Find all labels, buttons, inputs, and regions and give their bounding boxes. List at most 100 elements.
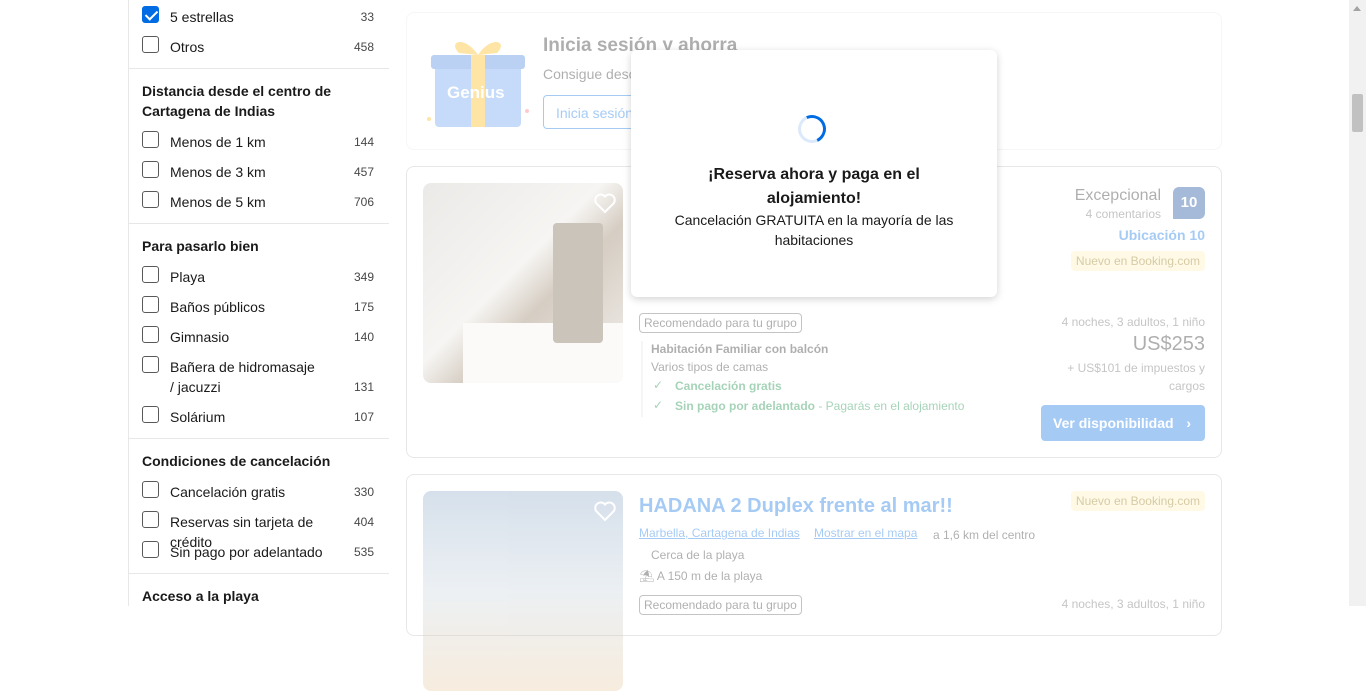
see-availability-label: Ver disponibilidad	[1053, 415, 1174, 431]
check-icon: ✓	[653, 378, 664, 392]
page-scrollbar[interactable]	[1349, 0, 1366, 606]
section-title-fun: Para pasarlo bien	[142, 238, 259, 254]
checkbox[interactable]	[142, 356, 159, 373]
filters-sidebar: 5 estrellas 33 Otros 458 Distancia desde…	[128, 0, 391, 606]
filter-count: 706	[353, 195, 374, 209]
filter-no-prepayment[interactable]: Sin pago por adelantado 535	[142, 541, 374, 561]
taxes: + US$101 de impuestos y cargos	[1067, 361, 1205, 393]
filter-label: Playa	[170, 269, 206, 285]
no-prepayment-note: - Pagarás en el alojamiento	[815, 399, 965, 413]
section-title-beach-access: Acceso a la playa	[142, 588, 259, 604]
filter-label: Menos de 1 km	[170, 134, 266, 150]
near-beach: Cerca de la playa	[651, 548, 745, 562]
divider	[129, 68, 390, 69]
filter-count: 458	[353, 40, 374, 54]
filter-label: Menos de 5 km	[170, 194, 266, 210]
section-title-cancellation: Condiciones de cancelación	[142, 453, 331, 469]
dialog-title: ¡Reserva ahora y paga en el alojamiento!	[708, 166, 920, 207]
filter-count: 144	[353, 135, 374, 149]
filter-count: 330	[353, 485, 374, 499]
scroll-up-icon[interactable]	[1353, 6, 1361, 11]
filter-label: Otros	[170, 39, 205, 55]
filter-solarium[interactable]: Solárium 107	[142, 406, 374, 426]
filter-5-stars[interactable]: 5 estrellas 33	[142, 6, 374, 26]
filter-others[interactable]: Otros 458	[142, 36, 374, 56]
review-score-badge: 10	[1173, 187, 1205, 219]
filter-beach[interactable]: Playa 349	[142, 266, 374, 286]
filter-free-cancellation[interactable]: Cancelación gratis 330	[142, 481, 374, 501]
stay-details: 4 noches, 3 adultos, 1 niño	[1061, 597, 1205, 611]
filter-public-baths[interactable]: Baños públicos 175	[142, 296, 374, 316]
scrollbar-thumb[interactable]	[1352, 94, 1363, 132]
beach-distance-row: ⛱ A 150 m de la playa	[639, 569, 762, 583]
property-location-link[interactable]: Marbella, Cartagena de Indias	[639, 526, 800, 540]
checkbox[interactable]	[142, 326, 159, 343]
filter-label: Solárium	[170, 409, 226, 425]
checkbox[interactable]	[142, 161, 159, 178]
property-card-content: HADANA 2 Duplex frente al mar!! Marbella…	[407, 475, 1221, 691]
checkbox[interactable]	[142, 191, 159, 208]
show-on-map-link[interactable]: Mostrar en el mapa	[814, 526, 917, 540]
distance-from-center: a 1,6 km del centro	[933, 528, 1036, 542]
recommended-badge: Recomendado para tu grupo	[639, 313, 802, 333]
room-divider	[641, 341, 643, 417]
booking-loading-dialog: ¡Reserva ahora y paga en el alojamiento!…	[631, 50, 997, 297]
filter-label: 5 estrellas	[170, 9, 234, 25]
new-badge: Nuevo en Booking.com	[1070, 251, 1205, 271]
checkbox[interactable]	[142, 296, 159, 313]
property-title[interactable]: HADANA 2 Duplex frente al mar!!	[639, 495, 953, 518]
checkbox[interactable]	[142, 266, 159, 283]
loading-spinner-icon	[794, 111, 830, 147]
filter-label: Baños públicos	[170, 299, 265, 315]
checkbox[interactable]	[142, 511, 159, 528]
dialog-subtitle: Cancelación GRATUITA en la mayoría de la…	[674, 212, 954, 248]
divider	[129, 223, 390, 224]
checkbox[interactable]	[142, 481, 159, 498]
filter-distance-5km[interactable]: Menos de 5 km 706	[142, 191, 374, 211]
filter-gym[interactable]: Gimnasio 140	[142, 326, 374, 346]
filter-jacuzzi[interactable]: Bañera de hidromasaje / jacuzzi 131	[142, 356, 374, 396]
checkbox[interactable]	[142, 406, 159, 423]
genius-gift-illustration: Genius	[425, 31, 535, 131]
filter-distance-1km[interactable]: Menos de 1 km 144	[142, 131, 374, 151]
no-prepayment-line: Sin pago por adelantado - Pagarás en el …	[675, 399, 964, 413]
filter-count: 131	[353, 380, 374, 394]
filter-distance-3km[interactable]: Menos de 3 km 457	[142, 161, 374, 181]
bed-types: Varios tipos de camas	[651, 360, 769, 374]
stay-details: 4 noches, 3 adultos, 1 niño	[1061, 315, 1205, 329]
genius-subtitle: Consigue desc	[543, 66, 636, 82]
beach-distance: A 150 m de la playa	[656, 569, 763, 583]
filter-count: 175	[353, 300, 374, 314]
checkbox[interactable]	[142, 131, 159, 148]
divider	[129, 438, 390, 439]
filter-count: 140	[353, 330, 374, 344]
divider	[129, 573, 390, 574]
price: US$253	[1132, 333, 1205, 355]
review-count: 4 comentarios	[1085, 207, 1161, 221]
property-card: HADANA 2 Duplex frente al mar!! Marbella…	[406, 474, 1222, 691]
filter-label: Cancelación gratis	[170, 484, 286, 500]
genius-logo-text: Genius	[447, 83, 505, 102]
filter-count: 535	[353, 545, 374, 559]
no-prepayment: Sin pago por adelantado	[675, 399, 816, 413]
filter-label: Bañera de hidromasaje / jacuzzi	[170, 359, 315, 395]
location-score: Ubicación 10	[1118, 227, 1205, 243]
filter-count: 457	[353, 165, 374, 179]
section-title-distance: Distancia desde el centro de Cartagena d…	[142, 83, 332, 119]
filter-no-credit-card[interactable]: Reservas sin tarjeta de crédito 404	[142, 511, 374, 550]
filter-label: Gimnasio	[170, 329, 230, 345]
heart-icon[interactable]	[593, 191, 617, 215]
see-availability-button[interactable]: Ver disponibilidad ›	[1041, 405, 1205, 441]
new-badge: Nuevo en Booking.com	[1070, 491, 1205, 511]
recommended-badge: Recomendado para tu grupo	[639, 595, 802, 615]
checkbox[interactable]	[142, 36, 159, 53]
filter-label: Menos de 3 km	[170, 164, 266, 180]
heart-icon[interactable]	[593, 499, 617, 523]
filter-count: 33	[360, 10, 374, 24]
filter-label: Sin pago por adelantado	[170, 544, 323, 560]
check-icon: ✓	[653, 398, 664, 412]
checkbox-checked[interactable]	[142, 6, 159, 23]
room-name: Habitación Familiar con balcón	[651, 342, 829, 356]
beach-icon: ⛱	[639, 569, 655, 583]
checkbox[interactable]	[142, 541, 159, 558]
